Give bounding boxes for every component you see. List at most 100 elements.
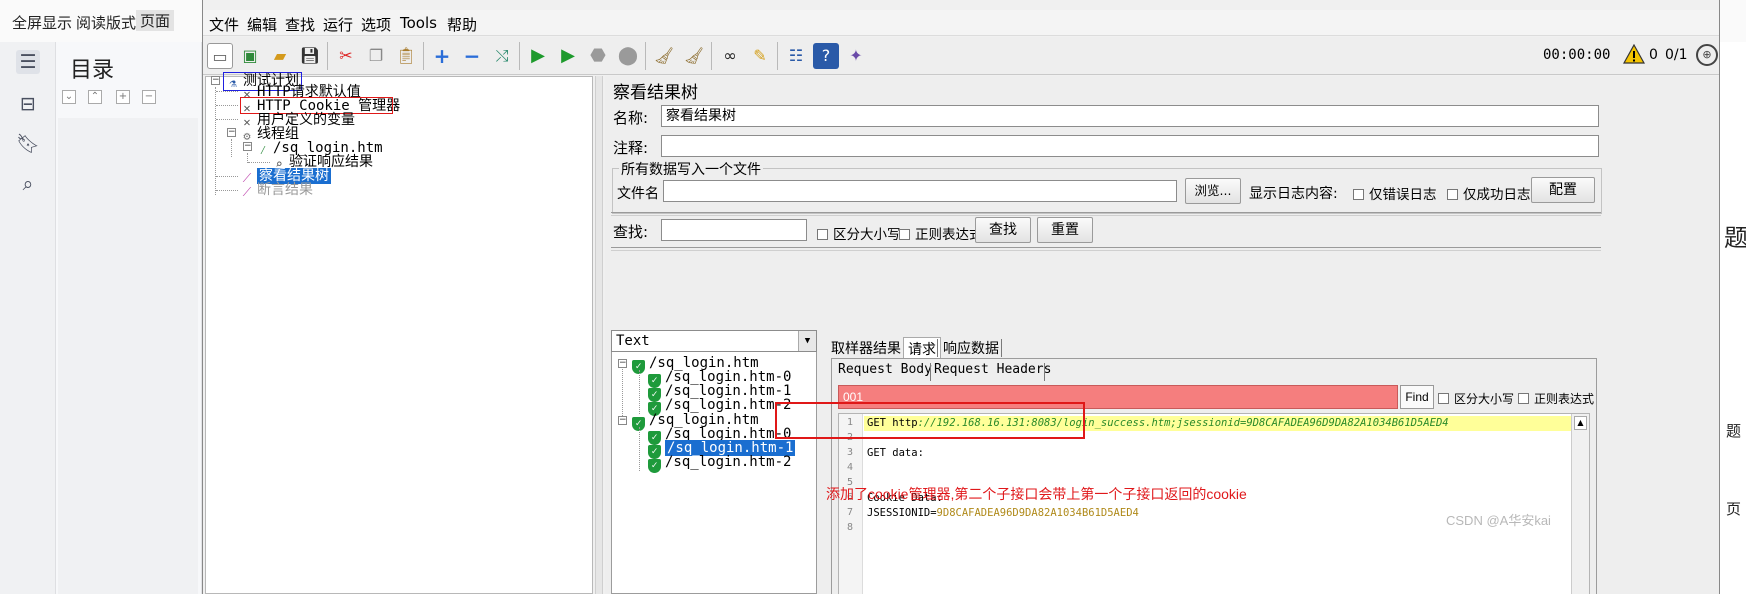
code-line-7: JSESSIONID=9D8CAFADEA96D9DA82A1034B61D5A… xyxy=(867,507,1139,519)
start-icon[interactable]: ▶ xyxy=(525,43,551,69)
menu-search[interactable]: 查找 xyxy=(285,14,315,35)
comment-label: 注释: xyxy=(613,139,649,157)
collapse-toggle-icon[interactable]: − xyxy=(618,416,627,425)
collapse-all-icon[interactable]: − xyxy=(459,43,485,69)
copy-icon[interactable]: ❐ xyxy=(363,43,389,69)
jmeter-window: 文件 编辑 查找 运行 选项 Tools 帮助 ▭ ▣ ▰ 💾︎ ✂ ❐ 📋︎ … xyxy=(202,0,1720,594)
templates-icon[interactable]: ▣ xyxy=(237,43,263,69)
tree-node-assert-results[interactable]: ⟋ 断言结果 xyxy=(240,182,313,199)
page-text-fragment: 题 xyxy=(1726,424,1742,440)
remove-icon[interactable]: − xyxy=(142,90,156,104)
new-icon[interactable]: ▭ xyxy=(207,43,233,69)
search-label: 查找: xyxy=(613,223,649,241)
annotation-note: 添加了cookie管理器,第二个子接口会带上第一个子接口返回的cookie xyxy=(826,486,1247,502)
help-icon[interactable]: ? xyxy=(813,43,839,69)
fullscreen-tab[interactable]: 全屏显示 xyxy=(12,12,72,33)
page-tab[interactable]: 页面 xyxy=(136,10,175,31)
filename-label: 文件名 xyxy=(617,186,659,202)
menu-file[interactable]: 文件 xyxy=(209,14,239,35)
collapse-toggle-icon[interactable]: − xyxy=(618,359,627,368)
reading-layout-tab[interactable]: 阅读版式 xyxy=(76,12,136,33)
expand-all-icon[interactable]: + xyxy=(429,43,455,69)
errors-only-checkbox[interactable]: 仅错误日志 xyxy=(1353,183,1437,203)
collapse-toggle-icon[interactable]: − xyxy=(243,142,252,151)
renderer-select[interactable]: Text ▼ xyxy=(611,330,817,352)
browse-button[interactable]: 浏览... xyxy=(1185,178,1241,204)
search-icon[interactable]: ⌕ xyxy=(16,172,40,196)
add-icon[interactable]: + xyxy=(116,90,130,104)
divider[interactable] xyxy=(611,247,1601,251)
menu-help[interactable]: 帮助 xyxy=(447,14,477,35)
bookmark-icon[interactable]: 🔖︎ xyxy=(16,132,40,156)
find-button[interactable]: Find xyxy=(1400,385,1434,409)
menu-options[interactable]: 选项 xyxy=(361,14,391,35)
stop-icon[interactable]: ⬣ xyxy=(585,43,611,69)
function-helper-icon[interactable]: ☷ xyxy=(783,43,809,69)
tab-request-body[interactable]: Request Body xyxy=(838,362,932,377)
collapse-toggle-icon[interactable]: − xyxy=(227,128,236,137)
menu-edit[interactable]: 编辑 xyxy=(247,14,277,35)
name-label: 名称: xyxy=(613,109,649,127)
start-no-pause-icon[interactable]: ▶ xyxy=(555,43,581,69)
toc-title: 目录 xyxy=(70,57,115,82)
toc-list-icon[interactable]: ☰ xyxy=(16,50,40,74)
remote-icon[interactable]: ✦ xyxy=(843,43,869,69)
tab-sampler-result[interactable]: 取样器结果 xyxy=(827,337,905,359)
test-plan-tree: − ⚗ 测试计划 ✕ HTTP请求默认值 ✕ HTTP Cookie 管理器 ✕ 用户定… xyxy=(205,72,593,594)
scroll-up-icon[interactable]: ▲ xyxy=(1574,416,1587,430)
success-shield-icon: ✓ xyxy=(648,459,661,473)
dropdown-arrow-icon[interactable]: ▼ xyxy=(798,331,816,351)
paste-icon[interactable]: 📋︎ xyxy=(393,43,419,69)
toggle-icon[interactable]: ⤭ xyxy=(489,43,515,69)
reset-search-icon[interactable]: ✎ xyxy=(747,43,773,69)
configure-button[interactable]: 配置 xyxy=(1531,177,1595,203)
search-binoculars-icon[interactable]: ∞ xyxy=(717,43,743,69)
panel-title: 察看结果树 xyxy=(613,83,698,103)
request-panel: Request Body Request Headers 001 Find 区分… xyxy=(831,358,1597,594)
search-field[interactable] xyxy=(661,219,807,241)
tab-request[interactable]: 请求 xyxy=(903,337,941,360)
vertical-scrollbar[interactable]: ▲ xyxy=(1571,414,1589,594)
filename-field[interactable] xyxy=(663,180,1177,202)
menu-tools[interactable]: Tools xyxy=(400,14,437,32)
page-text-fragment: 题 xyxy=(1724,226,1746,252)
elapsed-timer: 00:00:00 xyxy=(1543,47,1611,63)
collapse-icon[interactable]: ⌄ xyxy=(62,90,76,104)
tab-response-data[interactable]: 响应数据 xyxy=(939,337,1003,359)
reset-button[interactable]: 重置 xyxy=(1037,217,1093,243)
clear-all-icon[interactable]: 🧹︎ xyxy=(681,43,707,69)
clear-icon[interactable]: 🧹︎ xyxy=(651,43,677,69)
menu-run[interactable]: 运行 xyxy=(323,14,353,35)
view-results-tree-panel: 察看结果树 名称: 察看结果树 注释: 所有数据写入一个文件 文件名 浏览...… xyxy=(605,76,1719,594)
pipette-icon: ⁄ xyxy=(259,143,267,157)
find-case-sensitive-checkbox[interactable]: 区分大小写 xyxy=(1438,390,1514,407)
name-field[interactable]: 察看结果树 xyxy=(661,105,1599,127)
shutdown-icon[interactable]: ⬤ xyxy=(615,43,641,69)
group-title: 所有数据写入一个文件 xyxy=(619,159,763,179)
remote-status-icon: ⊕ xyxy=(1696,44,1718,66)
open-icon[interactable]: ▰ xyxy=(267,43,293,69)
outline-icon[interactable]: ⊟ xyxy=(16,92,40,116)
comment-field[interactable] xyxy=(661,135,1599,157)
case-sensitive-checkbox[interactable]: 区分大小写 xyxy=(817,223,901,243)
result-detail-area: 取样器结果 请求 响应数据 Request Body Request Heade… xyxy=(825,331,1719,594)
search-button[interactable]: 查找 xyxy=(975,217,1031,243)
splitter-handle[interactable] xyxy=(595,76,603,594)
collapse-toggle-icon[interactable]: − xyxy=(211,76,220,85)
warning-icon[interactable] xyxy=(1623,44,1645,64)
expand-icon[interactable]: ⌃ xyxy=(88,90,102,104)
save-icon[interactable]: 💾︎ xyxy=(297,43,323,69)
sample-results-list: − ✓/sq_login.htm ✓/sq_login.htm-0 ✓/sq_l… xyxy=(611,331,817,594)
active-threads: 0/1 xyxy=(1665,47,1688,63)
sample-item[interactable]: ✓/sq_login.htm-2 xyxy=(648,455,791,473)
toolbar: ▭ ▣ ▰ 💾︎ ✂ ❐ 📋︎ + − ⤭ ▶ ▶ ⬣ ⬤ 🧹︎ 🧹︎ ∞ ✎ … xyxy=(203,37,1719,75)
menu-bar: 文件 编辑 查找 运行 选项 Tools 帮助 xyxy=(203,10,1719,36)
find-regex-checkbox[interactable]: 正则表达式 xyxy=(1518,390,1594,407)
tab-request-headers[interactable]: Request Headers xyxy=(934,362,1051,377)
cookie-data-highlight xyxy=(775,402,1085,439)
watermark: CSDN @A华安kai xyxy=(1446,513,1551,528)
success-only-checkbox[interactable]: 仅成功日志 xyxy=(1447,183,1531,203)
divider[interactable] xyxy=(611,212,1601,216)
cut-icon[interactable]: ✂ xyxy=(333,43,359,69)
regex-checkbox[interactable]: 正则表达式 xyxy=(899,223,983,243)
